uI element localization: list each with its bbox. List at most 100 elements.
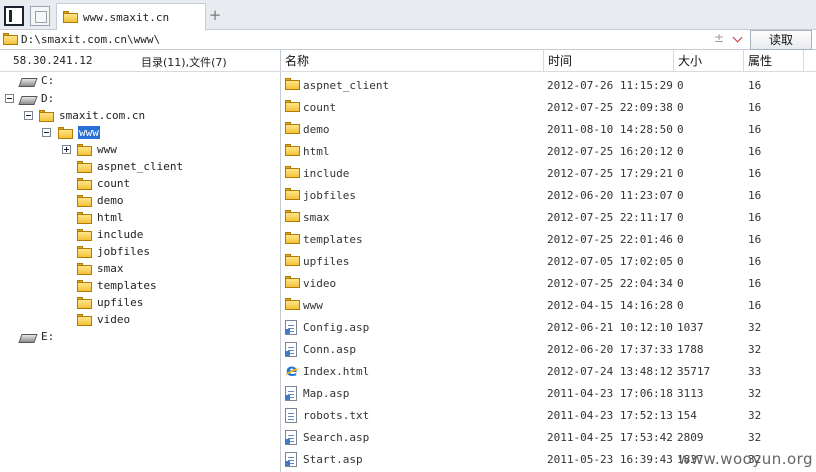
row-size: 0 [677, 255, 684, 268]
row-attr: 16 [748, 189, 762, 202]
row-name: Map.asp [303, 387, 350, 400]
tree-node-aspnet-client[interactable]: aspnet_client [77, 158, 183, 175]
row-attr: 16 [748, 211, 762, 224]
folder-icon [77, 279, 92, 292]
tree-node-www-child[interactable]: www [77, 141, 117, 158]
tree-node-include[interactable]: include [77, 226, 143, 243]
folder-icon [77, 143, 92, 156]
row-time: 2011-04-23 17:52:13 [547, 409, 673, 422]
tree-node-smaxit[interactable]: smaxit.com.cn [39, 107, 145, 124]
folder-icon [77, 160, 92, 173]
tree-node-video[interactable]: video [77, 311, 130, 328]
tree-node-label: count [97, 177, 131, 190]
collapse-icon[interactable] [24, 111, 33, 120]
folder-icon [285, 122, 300, 134]
tree-node-drive-e[interactable]: E: [20, 328, 54, 345]
row-name: templates [303, 233, 363, 246]
row-attr: 16 [748, 167, 762, 180]
column-header: 名称 时间 大小 属性 [281, 50, 816, 72]
column-time[interactable]: 时间 [544, 50, 674, 72]
column-attr[interactable]: 属性 [744, 50, 804, 72]
plus-minus-icon[interactable]: ± [714, 31, 724, 45]
tree-node-label: www [78, 126, 100, 139]
tab-www-smaxit[interactable]: www.smaxit.cn [56, 3, 206, 30]
tree-header: 58.30.241.12 目录(11),文件(7) [0, 50, 281, 72]
collapse-icon[interactable] [42, 128, 51, 137]
row-time: 2012-06-21 10:12:10 [547, 321, 673, 334]
table-row[interactable]: Index.html 2012-07-24 13:48:12 35717 33 [281, 361, 816, 383]
tree-node-upfiles[interactable]: upfiles [77, 294, 143, 311]
row-attr: 16 [748, 299, 762, 312]
tree-node-drive-d[interactable]: D: [20, 90, 54, 107]
table-row[interactable]: smax 2012-07-25 22:11:17 0 16 [281, 207, 816, 229]
row-size: 0 [677, 79, 684, 92]
dir-file-summary: 目录(11),文件(7) [141, 56, 227, 69]
row-name: Config.asp [303, 321, 370, 334]
row-name: include [303, 167, 350, 180]
folder-icon [285, 188, 300, 200]
address-input[interactable]: D:\smaxit.com.cn\www\ [21, 33, 160, 46]
table-row[interactable]: video 2012-07-25 22:04:34 0 16 [281, 273, 816, 295]
asp-file-icon [285, 430, 297, 445]
table-row[interactable]: demo 2011-08-10 14:28:50 0 16 [281, 119, 816, 141]
read-button[interactable]: 读取 [750, 30, 812, 50]
folder-icon [3, 33, 18, 45]
tree-node-label: templates [97, 279, 157, 292]
folder-icon [77, 245, 92, 258]
tree-node-label: jobfiles [97, 245, 150, 258]
table-row[interactable]: html 2012-07-25 16:20:12 0 16 [281, 141, 816, 163]
table-row[interactable]: Search.asp 2011-04-25 17:53:42 2809 32 [281, 427, 816, 449]
folder-icon [285, 166, 300, 178]
table-row[interactable]: Map.asp 2011-04-23 17:06:18 3113 32 [281, 383, 816, 405]
window-icon[interactable] [30, 6, 50, 26]
tree-node-label: smax [97, 262, 124, 275]
expand-icon[interactable] [62, 145, 71, 154]
folder-icon [285, 254, 300, 266]
tree-node-demo[interactable]: demo [77, 192, 124, 209]
folder-icon [77, 211, 92, 224]
row-name: aspnet_client [303, 79, 390, 92]
tree-node-drive-c[interactable]: C: [20, 72, 54, 89]
tree-node-label: aspnet_client [97, 160, 184, 173]
panel-toggle-icon[interactable] [4, 6, 24, 26]
table-row[interactable]: Conn.asp 2012-06-20 17:37:33 1788 32 [281, 339, 816, 361]
tree-node-count[interactable]: count [77, 175, 130, 192]
folder-icon [285, 276, 300, 288]
row-name: demo [303, 123, 330, 136]
row-time: 2011-04-25 17:53:42 [547, 431, 673, 444]
tree-node-label: video [97, 313, 131, 326]
tree-node-templates[interactable]: templates [77, 277, 157, 294]
column-size[interactable]: 大小 [674, 50, 744, 72]
tree-node-jobfiles[interactable]: jobfiles [77, 243, 150, 260]
table-row[interactable]: robots.txt 2011-04-23 17:52:13 154 32 [281, 405, 816, 427]
address-bar: D:\smaxit.com.cn\www\ ± 读取 [0, 30, 816, 50]
chevron-down-icon[interactable] [731, 32, 745, 46]
new-tab-icon[interactable]: + [208, 6, 222, 24]
tree-node-smax[interactable]: smax [77, 260, 124, 277]
folder-icon [63, 11, 78, 23]
ie-html-icon [285, 361, 300, 381]
table-row[interactable]: jobfiles 2012-06-20 11:23:07 0 16 [281, 185, 816, 207]
table-row[interactable]: templates 2012-07-25 22:01:46 0 16 [281, 229, 816, 251]
row-attr: 32 [748, 343, 762, 356]
tree-node-html[interactable]: html [77, 209, 124, 226]
row-name: video [303, 277, 337, 290]
table-row[interactable]: upfiles 2012-07-05 17:02:05 0 16 [281, 251, 816, 273]
column-name[interactable]: 名称 [281, 50, 544, 72]
tree-node-label: E: [41, 330, 55, 343]
row-attr: 32 [748, 387, 762, 400]
row-time: 2012-07-25 16:20:12 [547, 145, 673, 158]
table-row[interactable]: include 2012-07-25 17:29:21 0 16 [281, 163, 816, 185]
tree-node-www-selected[interactable]: www [58, 124, 100, 141]
table-row[interactable]: aspnet_client 2012-07-26 11:15:29 0 16 [281, 75, 816, 97]
table-row[interactable]: count 2012-07-25 22:09:38 0 16 [281, 97, 816, 119]
collapse-icon[interactable] [5, 94, 14, 103]
row-attr: 16 [748, 233, 762, 246]
table-row[interactable]: www 2012-04-15 14:16:28 0 16 [281, 295, 816, 317]
tree-node-label: smaxit.com.cn [59, 109, 146, 122]
table-row[interactable]: Config.asp 2012-06-21 10:12:10 1037 32 [281, 317, 816, 339]
row-time: 2012-07-05 17:02:05 [547, 255, 673, 268]
folder-icon [285, 298, 300, 310]
row-attr: 16 [748, 255, 762, 268]
asp-file-icon [285, 320, 297, 335]
